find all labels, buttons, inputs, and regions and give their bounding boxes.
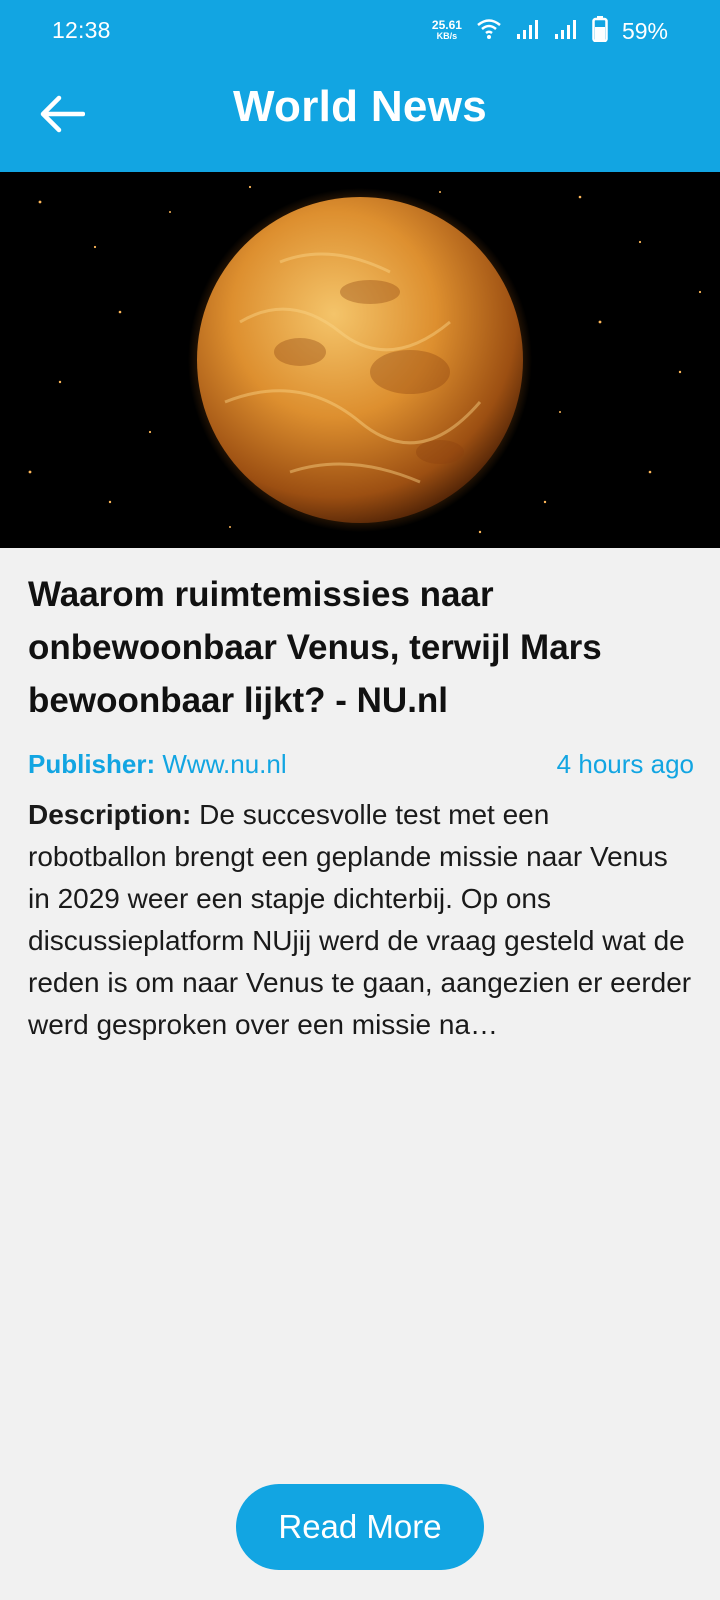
page-title: World News bbox=[232, 82, 487, 131]
article-title: Waarom ruimtemissies naar onbewoonbaar V… bbox=[28, 575, 602, 720]
network-speed-unit: KB/s bbox=[436, 31, 458, 41]
article-description: Description: De succesvolle test met een… bbox=[28, 794, 694, 1046]
description-text: De succesvolle test met een robotballon … bbox=[28, 799, 692, 1040]
battery-percentage: 59% bbox=[621, 17, 668, 44]
publisher-label: Publisher: bbox=[28, 749, 156, 779]
signal-icon bbox=[554, 18, 578, 45]
published-time: 4 hours ago bbox=[556, 749, 694, 779]
top-bar: 12:38 25.61 KB/s 59% World News bbox=[0, 0, 720, 172]
network-speed-value: 25.61 bbox=[431, 18, 462, 32]
wifi-icon bbox=[476, 18, 502, 45]
battery-icon bbox=[592, 15, 608, 47]
publisher-name: Www.nu.nl bbox=[162, 749, 287, 779]
status-time: 12:38 bbox=[52, 17, 111, 43]
read-more-button[interactable]: Read More bbox=[236, 1484, 484, 1570]
venus-planet-image bbox=[0, 172, 720, 548]
signal-icon bbox=[516, 18, 540, 45]
article-content: Waarom ruimtemissies naar onbewoonbaar V… bbox=[28, 568, 694, 1046]
status-icons: 25.61 KB/s 59% bbox=[432, 15, 668, 47]
description-label: Description: bbox=[28, 799, 192, 830]
article-meta: Publisher: Www.nu.nl 4 hours ago bbox=[28, 749, 694, 780]
status-bar: 12:38 25.61 KB/s 59% bbox=[0, 0, 720, 62]
publisher: Publisher: Www.nu.nl bbox=[28, 749, 287, 780]
app-header: World News bbox=[0, 62, 720, 172]
network-speed: 25.61 KB/s bbox=[431, 18, 462, 42]
article-image bbox=[0, 172, 720, 548]
